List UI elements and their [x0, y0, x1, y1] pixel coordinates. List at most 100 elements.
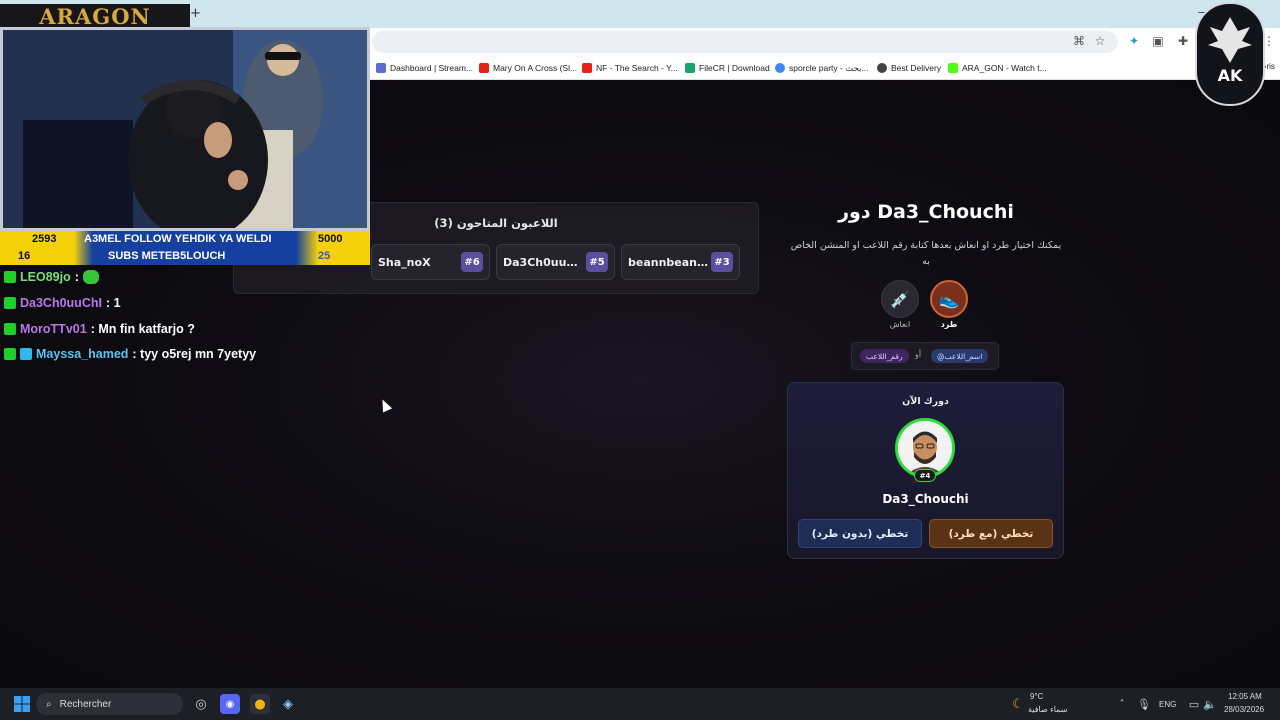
filecr-icon [685, 63, 695, 73]
address-bar[interactable] [372, 31, 1118, 53]
bookmark-item[interactable]: Best Delivery [877, 61, 941, 75]
player-number-badge: #6 [461, 252, 483, 272]
follower-goal: 5000 [318, 233, 343, 245]
new-tab-icon[interactable]: + [190, 6, 201, 21]
task-view-icon[interactable]: ◎ [191, 694, 211, 714]
chat-text: : Mn fin katfarjo ? [90, 322, 195, 336]
avatar-number-badge: #4 [914, 469, 936, 482]
delivery-icon [877, 63, 887, 73]
kick-badge-icon [4, 271, 16, 283]
chrome-icon[interactable]: ● [250, 694, 270, 714]
bookmark-label: NF - The Search - Y... [596, 63, 678, 73]
taskbar-search[interactable]: ⌕ Rechercher [36, 693, 183, 715]
eagle-logo-icon: AK [1208, 17, 1252, 85]
sub-goal: 25 [318, 250, 331, 262]
player-name: Da3Ch0uuCh... [503, 255, 585, 269]
kick-badge-icon [4, 323, 16, 335]
player-card[interactable]: beannbeann... #3 [621, 244, 740, 280]
translate-icon[interactable]: ⌘ [1072, 34, 1086, 48]
kick-label: طرد [940, 320, 958, 329]
youtube-icon [582, 63, 592, 73]
language-indicator[interactable]: ENG [1159, 700, 1176, 709]
follower-count: 2593 [32, 233, 57, 245]
weather-description: سماء صافية [1028, 705, 1068, 714]
follow-message: A3MEL FOLLOW YEHDIK YA WELDI [84, 233, 272, 245]
chat-message: LEO89jo : [4, 268, 99, 286]
search-icon: ⌕ [46, 698, 52, 710]
webcam-feed [0, 27, 370, 231]
bookmark-item[interactable]: Dashboard | Stream... [376, 61, 473, 75]
current-player-name: Da3_Chouchi [882, 492, 969, 506]
bookmark-item[interactable]: sporcle party - بحث... [775, 61, 869, 75]
bookmark-item[interactable]: ARA_GON - Watch t... [948, 61, 1047, 75]
bookmark-label: Dashboard | Stream... [390, 63, 473, 73]
google-icon [775, 63, 785, 73]
chat-text: : tyy o5rej mn 7yetyy [132, 347, 257, 361]
chat-username: Da3Ch0uuChI [20, 296, 102, 310]
turn-title: دور Da3_Chouchi [838, 201, 1014, 223]
chat-username: MoroTTv01 [20, 322, 87, 336]
extensions-puzzle-icon[interactable]: ✚ [1176, 34, 1190, 48]
bookmark-label: Mary On A Cross (Sl... [493, 63, 578, 73]
kick-badge-icon [4, 297, 16, 309]
player-card[interactable]: Da3Ch0uuCh... #5 [496, 244, 615, 280]
chat-message: Da3Ch0uuChI : 1 [4, 294, 121, 312]
chat-username: LEO89jo [20, 270, 71, 284]
clock-date[interactable]: 28/03/2026 [1224, 705, 1264, 714]
chat-message: MoroTTv01 : Mn fin katfarjo ? [4, 320, 195, 338]
svg-text:AK: AK [1218, 66, 1243, 85]
brand-logo: ARAGON [0, 4, 190, 29]
syntax-or-text: أو [915, 350, 922, 359]
bookmark-label: ARA_GON - Watch t... [962, 63, 1047, 73]
microphone-icon[interactable]: 🎙 [1134, 694, 1154, 714]
bookmark-item[interactable]: FileCR | Download [685, 61, 770, 75]
turn-instructions: يمكنك اختيار طرد او انعاش بعدها كتابة رق… [790, 240, 1062, 267]
subs-message: SUBS METEB5LOUCH [108, 250, 226, 262]
revive-label: انعاش [889, 320, 911, 329]
player-name-syntax-pill: @اسم_اللاعب [931, 349, 989, 363]
chat-message: Mayssa_hamed : tyy o5rej mn 7yetyy [4, 345, 256, 363]
bookmark-item[interactable]: Mary On A Cross (Sl... [479, 61, 577, 75]
player-name: beannbeann... [628, 255, 710, 269]
windows-logo-icon [14, 696, 30, 712]
bookmark-label: Best Delivery [891, 63, 942, 73]
extension-icon[interactable]: ✦ [1127, 34, 1141, 48]
bookmark-label: FileCR | Download [699, 63, 770, 73]
streamlabs-icon [376, 63, 386, 73]
sub-badge-icon [20, 348, 32, 360]
webcam-image [3, 30, 367, 228]
player-name: Sha_noX [378, 255, 431, 269]
kick-badge-icon [4, 348, 16, 360]
bookmark-star-icon[interactable]: ☆ [1093, 34, 1107, 48]
youtube-icon [479, 63, 489, 73]
skip-without-kick-button[interactable]: تخطي (بدون طرد) [798, 519, 922, 548]
windows-start-icon[interactable] [12, 694, 32, 714]
weather-temperature: 9°C [1030, 692, 1044, 701]
bookmark-label: sporcle party - بحث... [789, 62, 869, 73]
extension-icon[interactable]: ▣ [1151, 34, 1165, 48]
volume-icon[interactable]: 🔈 [1200, 694, 1220, 714]
skip-with-kick-button[interactable]: تخطي (مع طرد) [929, 519, 1053, 548]
player-card[interactable]: Sha_noX #6 [371, 244, 490, 280]
weather-icon: ☾ [1012, 696, 1024, 712]
sub-count: 16 [18, 250, 31, 262]
player-number-badge: #5 [586, 252, 608, 272]
tray-chevron-up-icon[interactable]: ˄ [1112, 694, 1132, 714]
syringe-icon: 💉 [890, 289, 910, 309]
clock-time[interactable]: 12:05 AM [1228, 692, 1262, 701]
streamer-logo-badge: AK [1195, 2, 1265, 106]
revive-button[interactable]: 💉 [881, 280, 919, 318]
search-placeholder: Rechercher [59, 698, 112, 710]
chat-username: Mayssa_hamed [36, 347, 129, 361]
discord-icon[interactable]: ◉ [220, 694, 240, 714]
steam-icon[interactable]: ◈ [278, 694, 298, 714]
player-number-syntax-pill: رقم_اللاعب [860, 349, 909, 363]
player-number-badge: #3 [711, 252, 733, 272]
chat-text: : [74, 270, 79, 284]
kick-icon [948, 63, 958, 73]
your-turn-label: دورك الآن [902, 396, 949, 407]
boot-icon: 👟 [939, 289, 959, 309]
kick-button[interactable]: 👟 [930, 280, 968, 318]
bookmark-item[interactable]: NF - The Search - Y... [582, 61, 678, 75]
player-avatar-illustration [898, 421, 952, 475]
